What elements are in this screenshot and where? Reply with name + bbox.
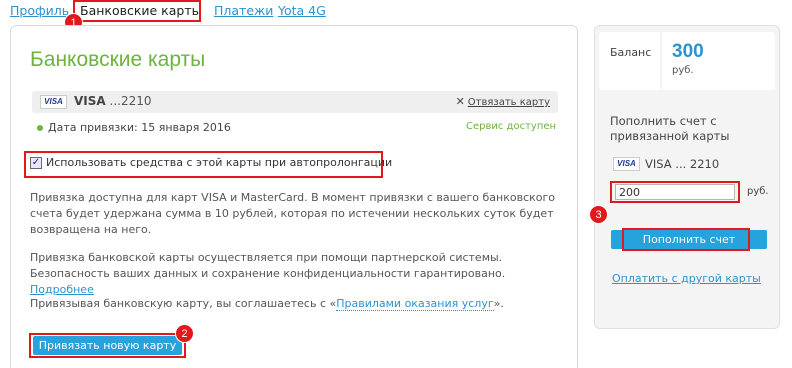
tab-payments[interactable]: Платежи — [214, 3, 273, 18]
card-number: VISA ...2210 — [74, 94, 152, 108]
tab-yota-4g[interactable]: Yota 4G — [278, 3, 326, 18]
info-paragraph-security: Привязка банковской карты осуществляется… — [30, 250, 560, 298]
step-marker-2: 2 — [175, 324, 194, 343]
tab-profile[interactable]: Профиль — [10, 3, 69, 18]
bind-new-card-button[interactable]: Привязать новую карту — [33, 336, 182, 355]
linked-card-row: VISA VISA ...2210 ✕ Отвязать карту — [32, 91, 558, 113]
highlight-frame-tab — [73, 0, 201, 22]
side-card-number: VISA ... 2210 — [645, 157, 720, 171]
page-title: Банковские карты — [30, 48, 206, 71]
balance-divider — [660, 32, 662, 90]
amount-unit: руб. — [747, 186, 769, 197]
more-info-link[interactable]: Подробнее — [30, 283, 94, 296]
card-number-suffix: ...2210 — [109, 94, 152, 108]
amount-input[interactable] — [615, 184, 735, 200]
highlight-frame-topup — [622, 228, 750, 251]
terms-text: Привязывая банковскую карту, вы соглашае… — [30, 297, 337, 310]
card-number-prefix: VISA — [74, 94, 106, 108]
step-marker-3: 3 — [589, 205, 608, 224]
pay-other-card-link[interactable]: Оплатить с другой карты — [612, 272, 761, 285]
info-paragraph-terms: Привязывая банковскую карту, вы соглашае… — [30, 296, 560, 312]
balance-unit: руб. — [672, 65, 694, 76]
info-paragraph-limits: Привязка доступна для карт VISA и Master… — [30, 191, 555, 236]
close-icon: ✕ — [455, 95, 465, 108]
service-status: Сервис доступен — [466, 121, 557, 132]
bind-date: Дата привязки: 15 января 2016 — [48, 121, 231, 134]
terms-text-end: ». — [493, 297, 504, 310]
security-text: Привязка банковской карты осуществляется… — [30, 251, 506, 280]
status-dot-icon — [37, 125, 43, 131]
terms-link[interactable]: Правилами оказания услуг — [336, 297, 494, 311]
visa-logo-icon: VISA — [40, 95, 67, 109]
balance-amount: 300 — [672, 41, 704, 62]
unlink-card-label: Отвязать карту — [467, 97, 550, 108]
autorenew-label: Использовать средства с этой карты при а… — [46, 156, 393, 169]
balance-label: Баланс — [610, 46, 652, 59]
unlink-card-link[interactable]: ✕ Отвязать карту — [456, 95, 550, 108]
visa-logo-icon: VISA — [613, 157, 640, 171]
topup-title: Пополнить счет с привязанной карты — [610, 114, 730, 143]
autorenew-checkbox[interactable]: ✓ — [30, 157, 42, 169]
